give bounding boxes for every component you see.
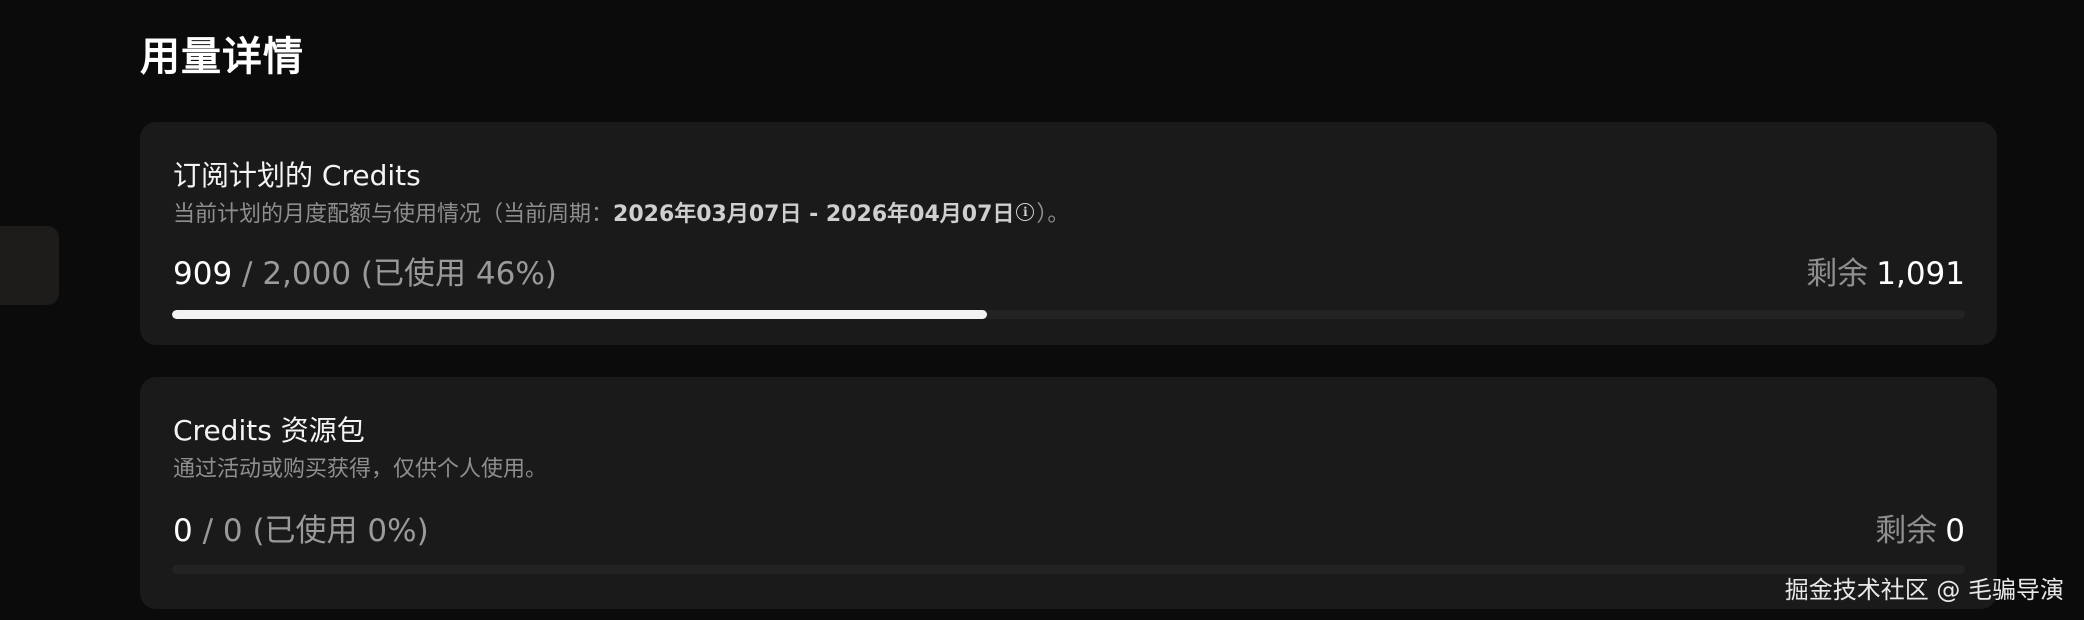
total-credits: / 2,000 (已使用 46%) bbox=[232, 256, 557, 292]
remaining-value: 1,091 bbox=[1876, 256, 1965, 292]
usage-progress-bar bbox=[172, 310, 1965, 319]
remaining-credits: 剩余 1,091 bbox=[1806, 248, 1965, 293]
remaining-value: 0 bbox=[1945, 513, 1965, 549]
description-suffix: ）。 bbox=[1036, 202, 1070, 227]
info-icon[interactable]: i bbox=[1016, 203, 1035, 221]
description-prefix: 当前计划的月度配额与使用情况（当前周期： bbox=[173, 202, 614, 227]
subscription-credits-card: 订阅计划的 Credits 当前计划的月度配额与使用情况（当前周期： 2026年… bbox=[140, 122, 1997, 345]
card-description: 通过活动或购买获得，仅供个人使用。 bbox=[173, 457, 548, 482]
billing-period: 2026年03月07日 - 2026年04月07日 bbox=[613, 202, 1015, 227]
total-credits: / 0 (已使用 0%) bbox=[192, 513, 429, 549]
used-credits: 909 bbox=[173, 256, 233, 292]
used-credits: 0 bbox=[173, 513, 193, 549]
credit-packs-card: Credits 资源包 通过活动或购买获得，仅供个人使用。 0 / 0 (已使用… bbox=[140, 377, 1997, 609]
watermark-text: 掘金技术社区 @ 毛骗导演 bbox=[1784, 576, 2064, 604]
card-description: 当前计划的月度配额与使用情况（当前周期： 2026年03月07日 - 2026年… bbox=[173, 196, 1069, 228]
remaining-label: 剩余 bbox=[1875, 513, 1938, 549]
usage-progress-fill bbox=[172, 310, 987, 319]
usage-progress-bar bbox=[172, 565, 1965, 574]
remaining-credits: 剩余 0 bbox=[1875, 505, 1965, 550]
remaining-label: 剩余 bbox=[1806, 256, 1869, 292]
sidebar-collapsed-tab[interactable] bbox=[0, 226, 59, 305]
card-title: Credits 资源包 bbox=[173, 414, 365, 447]
page-title: 用量详情 bbox=[140, 34, 304, 80]
card-title: 订阅计划的 Credits bbox=[173, 159, 421, 192]
usage-summary: 0 / 0 (已使用 0%) bbox=[173, 505, 429, 550]
usage-details-page: 用量详情 订阅计划的 Credits 当前计划的月度配额与使用情况（当前周期： … bbox=[0, 0, 2084, 620]
usage-summary: 909 / 2,000 (已使用 46%) bbox=[173, 248, 557, 293]
